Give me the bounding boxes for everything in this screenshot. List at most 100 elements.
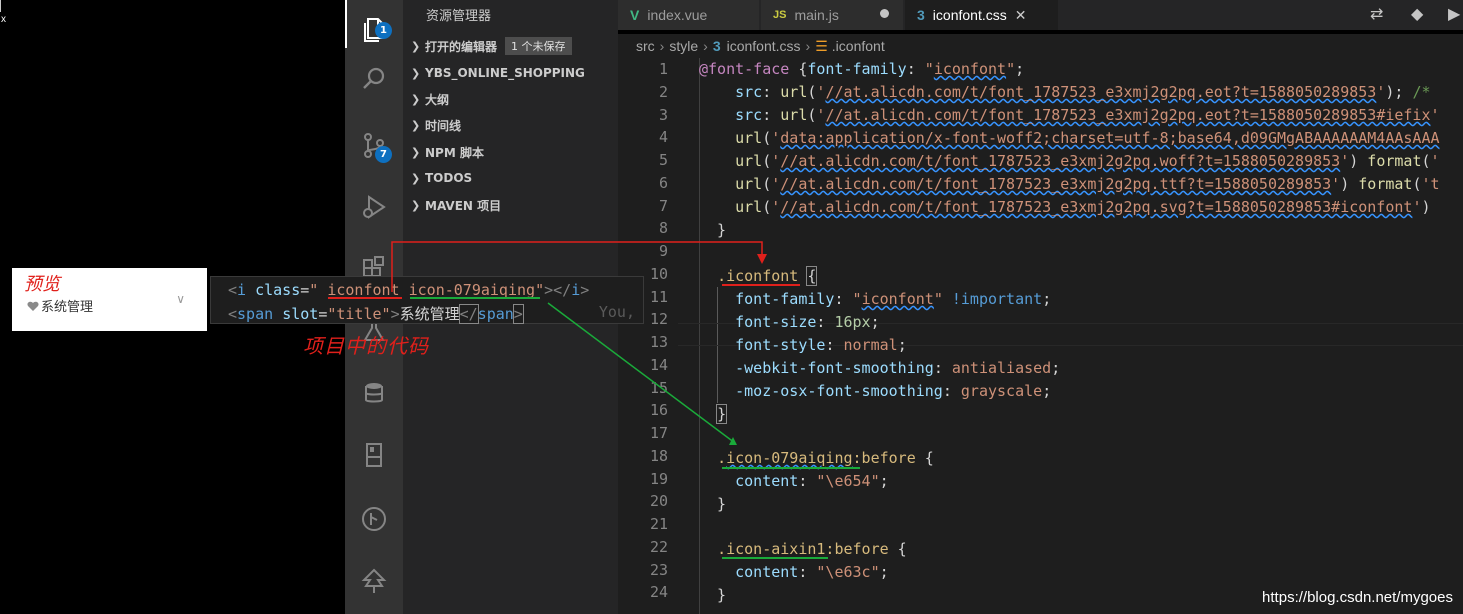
bookmark-icon — [366, 443, 382, 467]
line-number: 9 — [658, 242, 668, 260]
breadcrumb-file[interactable]: iconfont.css — [727, 38, 801, 54]
compare-changes-icon[interactable]: ⇄ — [1370, 4, 1383, 23]
line-number: 14 — [649, 355, 668, 374]
chevron-down-icon[interactable]: ∨ — [176, 292, 185, 306]
section-label: 打开的编辑器 — [425, 39, 498, 54]
section-label: 时间线 — [425, 118, 462, 133]
section-maven[interactable]: ❯ MAVEN 项目 — [411, 194, 501, 216]
source-control-activity[interactable]: 7 — [345, 116, 403, 174]
line-number: 5 — [658, 151, 668, 169]
chevron-right-icon: ❯ — [411, 198, 421, 212]
code-line: content: "\e654"; — [735, 472, 889, 490]
chevron-right-icon: › — [805, 38, 811, 54]
code-line: } — [699, 495, 727, 513]
blame-ghost-text: You, — [598, 303, 635, 321]
chevron-right-icon: › — [659, 38, 665, 54]
unsaved-dot-icon[interactable] — [880, 9, 889, 18]
code-line: .icon-079aiqing:before { — [717, 449, 934, 467]
code-line: @font-face {font-family: "iconfont"; — [699, 60, 1025, 78]
breadcrumb: src › style › 3 iconfont.css › ☰ .iconfo… — [618, 34, 1463, 58]
git-lens-icon[interactable]: ◆ — [1411, 4, 1423, 23]
line-number: 7 — [658, 196, 668, 215]
close-icon[interactable]: ✕ — [1015, 7, 1027, 24]
explorer-badge: 1 — [375, 22, 392, 39]
code-line: src: url('//at.alicdn.com/t/font_1787523… — [735, 106, 1440, 124]
line-number: 3 — [658, 105, 668, 124]
chevron-right-icon: ❯ — [411, 66, 421, 80]
tab-index-vue[interactable]: V index.vue — [618, 0, 760, 30]
debug-activity[interactable] — [345, 178, 403, 236]
snippet-line-2: <span slot="title">系统管理</span> — [228, 304, 524, 324]
tree-icon — [361, 568, 387, 593]
code-editor[interactable]: 1 2 3 4 5 6 7 8 9 10 11 12 13 14 15 16 17 18 19 20 21 22 23 24 … — [618, 58, 1463, 614]
line-number: 19 — [649, 469, 668, 488]
css-icon: 3 — [917, 7, 925, 23]
tab-label: iconfont.css — [932, 7, 1007, 23]
bookmarks-activity[interactable] — [345, 426, 403, 484]
close-glyph: x — [1, 14, 6, 25]
menu-item-label: 系统管理 — [41, 300, 94, 315]
breadcrumb-style[interactable]: style — [669, 38, 698, 54]
tab-iconfont-css[interactable]: 3 iconfont.css ✕ — [905, 0, 1059, 30]
git-graph-icon — [362, 507, 386, 531]
code-line: } — [716, 404, 728, 424]
line-number: 4 — [658, 128, 668, 147]
section-open-editors[interactable]: ❯ 打开的编辑器 1 个未保存 — [411, 35, 572, 57]
section-label: NPM 脚本 — [425, 145, 484, 160]
css-icon: 3 — [712, 38, 721, 54]
line-number: 23 — [649, 560, 668, 579]
tab-main-js[interactable]: JS main.js — [761, 0, 904, 30]
line-number: 2 — [658, 82, 668, 101]
section-project[interactable]: ❯ YBS_ONLINE_SHOPPING — [411, 62, 585, 84]
preview-panel: 预览 系统管理 ∨ — [12, 268, 207, 331]
database-activity[interactable] — [345, 364, 403, 422]
watermark: https://blog.csdn.net/mygoes — [1262, 589, 1453, 606]
code-line: } — [699, 586, 727, 604]
run-icon[interactable]: ▶ — [1448, 4, 1460, 23]
code-line: .iconfont { — [717, 266, 818, 286]
tab-label: main.js — [794, 7, 839, 23]
line-number: 15 — [649, 378, 668, 397]
editor-tab-bar: V index.vue JS main.js 3 iconfont.css ✕ … — [618, 0, 1463, 30]
section-todos[interactable]: ❯ TODOS — [411, 167, 472, 189]
code-line: url('//at.alicdn.com/t/font_1787523_e3xm… — [735, 198, 1431, 216]
annotation-label: 项目中的代码 — [303, 334, 429, 358]
window-edge — [0, 0, 1, 12]
section-npm-scripts[interactable]: ❯ NPM 脚本 — [411, 141, 484, 163]
symbol-class-icon: ☰ — [815, 37, 828, 54]
breadcrumb-src[interactable]: src — [636, 38, 655, 54]
code-line: } — [699, 221, 727, 239]
chevron-right-icon: ❯ — [411, 118, 421, 132]
section-label: 大纲 — [425, 92, 450, 107]
line-number: 8 — [658, 219, 668, 238]
menu-item-system[interactable]: 系统管理 — [27, 296, 93, 315]
line-number: 13 — [649, 333, 668, 351]
code-line: content: "\e63c"; — [735, 563, 889, 581]
section-label: TODOS — [425, 171, 473, 185]
vue-icon: V — [630, 7, 640, 23]
chevron-right-icon: ❯ — [411, 92, 421, 106]
tab-label: index.vue — [647, 7, 708, 23]
code-line: -webkit-font-smoothing: antialiased; — [735, 359, 1061, 377]
chevron-right-icon: ❯ — [411, 145, 421, 159]
chevron-right-icon: ❯ — [411, 39, 421, 53]
search-activity[interactable] — [345, 50, 403, 108]
tree-activity[interactable] — [345, 552, 403, 610]
section-timeline[interactable]: ❯ 时间线 — [411, 114, 461, 136]
code-line: font-size: 16px; — [735, 313, 880, 331]
section-outline[interactable]: ❯ 大纲 — [411, 88, 449, 110]
code-line: font-family: "iconfont" !important; — [735, 290, 1052, 308]
chevron-right-icon: › — [703, 38, 708, 54]
breadcrumb-symbol[interactable]: .iconfont — [832, 38, 885, 54]
git-graph-activity[interactable] — [345, 490, 403, 548]
section-label: MAVEN 项目 — [425, 198, 502, 213]
snippet-line-1: <i class=" iconfont icon-079aiqing"></i> — [228, 281, 590, 299]
line-number: 17 — [649, 424, 668, 442]
js-icon: JS — [773, 9, 787, 21]
unsaved-badge: 1 个未保存 — [505, 37, 572, 55]
line-number: 22 — [649, 537, 668, 556]
line-number: 18 — [649, 446, 668, 465]
explorer-title: 资源管理器 — [426, 9, 492, 24]
code-line: src: url('//at.alicdn.com/t/font_1787523… — [735, 83, 1431, 101]
section-label: YBS_ONLINE_SHOPPING — [425, 66, 585, 80]
